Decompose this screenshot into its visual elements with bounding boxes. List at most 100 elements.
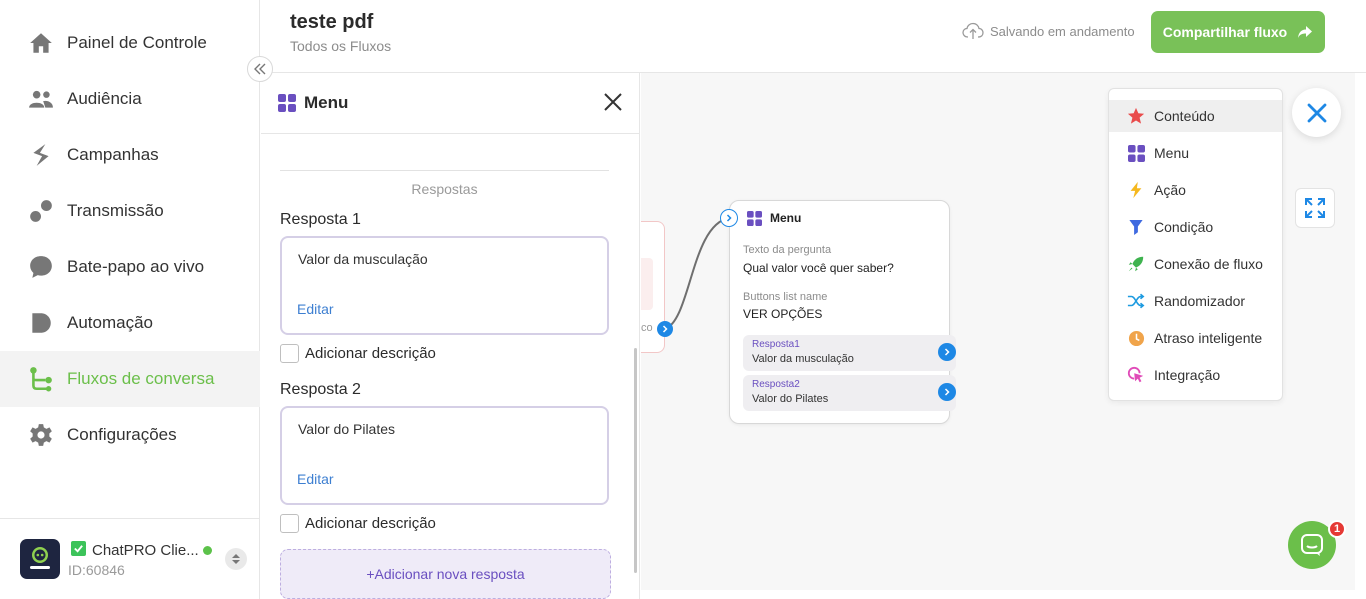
rocket-icon — [1127, 255, 1145, 273]
collapse-sidebar-button[interactable] — [247, 56, 273, 82]
chat-icon — [1301, 534, 1323, 556]
sidebar-item-automacao[interactable]: Automação — [0, 295, 260, 351]
response-2-connector[interactable] — [938, 383, 956, 401]
breadcrumb[interactable]: Todos os Fluxos — [290, 38, 391, 54]
block-integracao[interactable]: Integração — [1109, 359, 1282, 391]
responses-section-label: Respostas — [411, 181, 478, 197]
sidebar-item-configuracoes[interactable]: Configurações — [0, 407, 260, 463]
canvas-scrollbar[interactable] — [1355, 73, 1366, 599]
campaign-icon — [28, 142, 54, 168]
sidebar-item-label: Bate-papo ao vivo — [67, 257, 205, 276]
divider — [280, 170, 609, 171]
account-switcher[interactable]: ChatPRO Clie... ID:60846 — [0, 518, 260, 599]
home-icon — [28, 30, 54, 56]
input-connector[interactable] — [720, 209, 738, 227]
add-description-checkbox[interactable] — [280, 514, 299, 533]
sidebar-item-label: Painel de Controle — [67, 33, 207, 52]
sidebar-item-audiencia[interactable]: Audiência — [0, 71, 260, 127]
chevron-right-icon — [944, 388, 950, 396]
block-label: Randomizador — [1154, 293, 1246, 309]
block-acao[interactable]: Ação — [1109, 174, 1282, 206]
double-chevron-left-icon — [254, 63, 266, 75]
add-description-checkbox[interactable] — [280, 344, 299, 363]
sidebar-item-campanhas[interactable]: Campanhas — [0, 127, 260, 183]
response-1-edit-link[interactable]: Editar — [297, 301, 334, 317]
sidebar-item-transmissao[interactable]: Transmissão — [0, 183, 260, 239]
expand-collapse-icon[interactable] — [225, 548, 247, 570]
sidebar-item-label: Fluxos de conversa — [67, 369, 215, 388]
canvas-horizontal-scrollbar[interactable] — [641, 590, 1355, 599]
add-block-menu: Conteúdo Menu Ação Condição Conexão de f… — [1108, 88, 1283, 401]
node-response-value: Valor da musculação — [752, 353, 854, 365]
add-description-label: Adicionar descrição — [305, 345, 436, 362]
page-title: teste pdf — [290, 11, 374, 33]
automation-icon — [28, 310, 54, 336]
block-condicao[interactable]: Condição — [1109, 211, 1282, 243]
response-1-box[interactable]: Valor da musculação Editar — [280, 236, 609, 335]
sidebar-item-label: Configurações — [67, 425, 177, 444]
bolt-icon — [1127, 181, 1145, 199]
unread-badge: 1 — [1328, 520, 1346, 538]
account-id: ID:60846 — [68, 562, 125, 578]
filter-icon — [1127, 218, 1145, 236]
close-block-menu-button[interactable] — [1292, 88, 1341, 137]
chat-bubble-icon — [28, 254, 54, 280]
node-title: Menu — [770, 211, 802, 225]
node-response-1[interactable]: Resposta1 Valor da musculação — [743, 335, 956, 371]
fit-to-screen-button[interactable] — [1295, 188, 1335, 228]
sidebar-item-label: Automação — [67, 313, 153, 332]
menu-editor-panel: Menu Respostas Resposta 1 Valor da muscu… — [261, 73, 640, 599]
grid-icon — [1127, 144, 1145, 162]
response-1-value: Valor da musculação — [298, 251, 428, 267]
panel-scrollbar[interactable] — [634, 348, 637, 573]
response-2-box[interactable]: Valor do Pilates Editar — [280, 406, 609, 505]
whatsapp-check-icon — [71, 541, 86, 556]
sidebar-item-bate-papo[interactable]: Bate-papo ao vivo — [0, 239, 260, 295]
block-atraso-inteligente[interactable]: Atraso inteligente — [1109, 322, 1282, 354]
header: teste pdf Todos os Fluxos Salvando em an… — [261, 0, 1366, 73]
grid-icon — [747, 211, 762, 231]
panel-header: Menu — [261, 73, 640, 134]
close-icon[interactable] — [603, 92, 623, 117]
cloud-upload-icon — [962, 22, 984, 39]
grid-icon — [278, 94, 296, 117]
response-2-value: Valor do Pilates — [298, 421, 396, 437]
share-flow-label: Compartilhar fluxo — [1162, 24, 1288, 40]
chatpro-logo-icon — [30, 547, 50, 569]
shuffle-icon — [1127, 292, 1145, 310]
response-2-edit-link[interactable]: Editar — [297, 471, 334, 487]
fullscreen-icon — [1305, 198, 1325, 218]
close-icon — [1307, 103, 1326, 122]
share-flow-button[interactable]: Compartilhar fluxo — [1151, 11, 1325, 53]
sidebar-item-fluxos[interactable]: Fluxos de conversa — [0, 351, 260, 407]
sidebar-item-label: Audiência — [67, 89, 142, 108]
panel-title: Menu — [304, 93, 349, 112]
response-1-add-description[interactable]: Adicionar descrição — [280, 344, 436, 363]
question-value: Qual valor você quer saber? — [743, 261, 894, 275]
chevron-right-icon — [944, 348, 950, 356]
sidebar-item-label: Campanhas — [67, 145, 159, 164]
output-connector[interactable] — [657, 321, 673, 337]
response-2-add-description[interactable]: Adicionar descrição — [280, 514, 436, 533]
block-conteudo[interactable]: Conteúdo — [1109, 100, 1282, 132]
flow-icon — [28, 366, 54, 392]
node-response-label: Resposta1 — [752, 339, 800, 350]
people-icon — [28, 86, 54, 112]
add-response-button[interactable]: +Adicionar nova resposta — [280, 549, 611, 599]
response-1-connector[interactable] — [938, 343, 956, 361]
block-randomizador[interactable]: Randomizador — [1109, 285, 1282, 317]
block-menu[interactable]: Menu — [1109, 137, 1282, 169]
block-conexao-fluxo[interactable]: Conexão de fluxo — [1109, 248, 1282, 280]
menu-node[interactable]: Menu Texto da pergunta Qual valor você q… — [729, 200, 956, 424]
node-response-label: Resposta2 — [752, 379, 800, 390]
broadcast-icon — [28, 198, 54, 224]
online-status-dot — [203, 546, 212, 555]
star-icon — [1127, 107, 1145, 125]
save-status: Salvando em andamento — [962, 22, 1135, 40]
block-label: Integração — [1154, 367, 1221, 383]
node-response-2[interactable]: Resposta2 Valor do Pilates — [743, 375, 956, 411]
sidebar-item-painel[interactable]: Painel de Controle — [0, 15, 260, 71]
clock-icon — [1127, 329, 1145, 347]
buttons-list-label: Buttons list name — [743, 291, 828, 303]
block-label: Condição — [1154, 219, 1214, 235]
